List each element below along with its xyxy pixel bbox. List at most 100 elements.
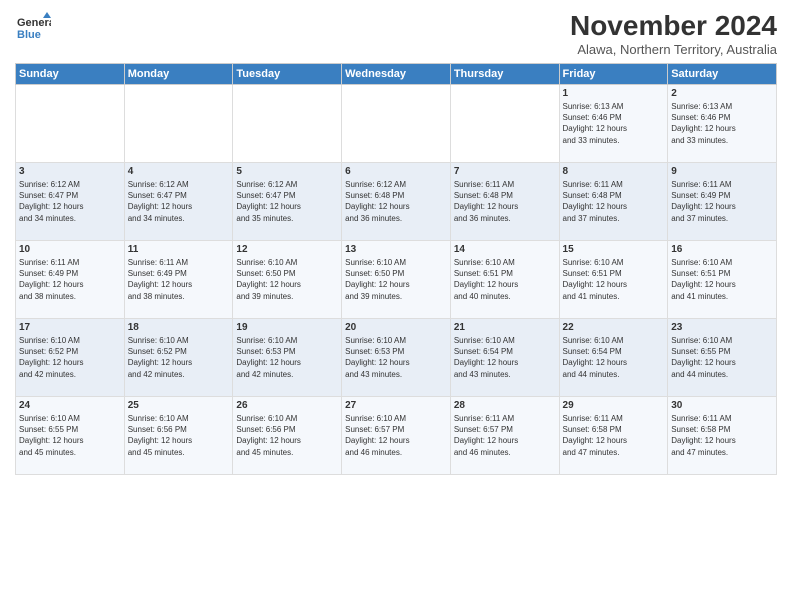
calendar-cell: 18 Sunrise: 6:10 AM Sunset: 6:52 PM Dayli… [124, 319, 233, 397]
svg-text:Blue: Blue [17, 29, 41, 41]
day-number: 11 [128, 244, 230, 255]
calendar-cell: 16 Sunrise: 6:10 AM Sunset: 6:51 PM Dayli… [668, 241, 777, 319]
logo: General Blue [15, 10, 51, 46]
calendar-cell: 15Sunrise: 6:10 AM Sunset: 6:51 PM Dayli… [559, 241, 668, 319]
day-info: Sunrise: 6:10 AM Sunset: 6:55 PM Dayligh… [19, 413, 121, 458]
title-block: November 2024 Alawa, Northern Territory,… [570, 10, 777, 57]
calendar-cell: 6 Sunrise: 6:12 AM Sunset: 6:48 PM Daylig… [342, 163, 451, 241]
calendar-cell: 23Sunrise: 6:10 AM Sunset: 6:55 PM Dayli… [668, 319, 777, 397]
day-info: Sunrise: 6:10 AM Sunset: 6:52 PM Dayligh… [19, 335, 121, 380]
day-number: 5 [236, 166, 338, 177]
day-info: Sunrise: 6:10 AM Sunset: 6:52 PM Dayligh… [128, 335, 230, 380]
day-info: Sunrise: 6:10 AM Sunset: 6:56 PM Dayligh… [128, 413, 230, 458]
calendar-cell [450, 85, 559, 163]
day-number: 4 [128, 166, 230, 177]
day-info: Sunrise: 6:13 AM Sunset: 6:46 PM Dayligh… [563, 101, 665, 146]
day-info: Sunrise: 6:12 AM Sunset: 6:47 PM Dayligh… [19, 179, 121, 224]
calendar-cell: 5 Sunrise: 6:12 AM Sunset: 6:47 PM Daylig… [233, 163, 342, 241]
day-info: Sunrise: 6:11 AM Sunset: 6:49 PM Dayligh… [128, 257, 230, 302]
day-number: 8 [563, 166, 665, 177]
day-info: Sunrise: 6:10 AM Sunset: 6:57 PM Dayligh… [345, 413, 447, 458]
day-info: Sunrise: 6:11 AM Sunset: 6:49 PM Dayligh… [671, 179, 773, 224]
day-number: 13 [345, 244, 447, 255]
calendar-week-row: 10Sunrise: 6:11 AM Sunset: 6:49 PM Dayli… [16, 241, 777, 319]
calendar-cell: 8 Sunrise: 6:11 AM Sunset: 6:48 PM Daylig… [559, 163, 668, 241]
day-info: Sunrise: 6:10 AM Sunset: 6:51 PM Dayligh… [671, 257, 773, 302]
day-number: 19 [236, 322, 338, 333]
day-number: 17 [19, 322, 121, 333]
calendar-cell: 22Sunrise: 6:10 AM Sunset: 6:54 PM Dayli… [559, 319, 668, 397]
day-number: 29 [563, 400, 665, 411]
calendar-cell: 21 Sunrise: 6:10 AM Sunset: 6:54 PM Dayli… [450, 319, 559, 397]
calendar-page: General Blue November 2024 Alawa, Northe… [0, 0, 792, 612]
day-info: Sunrise: 6:10 AM Sunset: 6:56 PM Dayligh… [236, 413, 338, 458]
day-number: 1 [563, 88, 665, 99]
day-number: 30 [671, 400, 773, 411]
calendar-cell: 7 Sunrise: 6:11 AM Sunset: 6:48 PM Daylig… [450, 163, 559, 241]
day-info: Sunrise: 6:10 AM Sunset: 6:54 PM Dayligh… [563, 335, 665, 380]
calendar-cell: 29 Sunrise: 6:11 AM Sunset: 6:58 PM Dayli… [559, 397, 668, 475]
calendar-week-row: 3 Sunrise: 6:12 AM Sunset: 6:47 PM Daylig… [16, 163, 777, 241]
day-info: Sunrise: 6:10 AM Sunset: 6:50 PM Dayligh… [236, 257, 338, 302]
calendar-cell: 14 Sunrise: 6:10 AM Sunset: 6:51 PM Dayli… [450, 241, 559, 319]
day-number: 27 [345, 400, 447, 411]
calendar-cell: 11 Sunrise: 6:11 AM Sunset: 6:49 PM Dayli… [124, 241, 233, 319]
calendar-cell: 26 Sunrise: 6:10 AM Sunset: 6:56 PM Dayli… [233, 397, 342, 475]
calendar-cell [233, 85, 342, 163]
day-number: 25 [128, 400, 230, 411]
calendar-cell: 27 Sunrise: 6:10 AM Sunset: 6:57 PM Dayli… [342, 397, 451, 475]
day-info: Sunrise: 6:10 AM Sunset: 6:51 PM Dayligh… [454, 257, 556, 302]
day-number: 23 [671, 322, 773, 333]
day-number: 12 [236, 244, 338, 255]
day-info: Sunrise: 6:11 AM Sunset: 6:57 PM Dayligh… [454, 413, 556, 458]
calendar-cell: 13 Sunrise: 6:10 AM Sunset: 6:50 PM Dayli… [342, 241, 451, 319]
month-title: November 2024 [570, 10, 777, 42]
weekday-header: Saturday [668, 64, 777, 85]
day-info: Sunrise: 6:11 AM Sunset: 6:49 PM Dayligh… [19, 257, 121, 302]
weekday-header: Wednesday [342, 64, 451, 85]
calendar-cell [16, 85, 125, 163]
day-info: Sunrise: 6:11 AM Sunset: 6:48 PM Dayligh… [454, 179, 556, 224]
day-number: 14 [454, 244, 556, 255]
calendar-week-row: 1 Sunrise: 6:13 AM Sunset: 6:46 PM Daylig… [16, 85, 777, 163]
calendar-cell: 9 Sunrise: 6:11 AM Sunset: 6:49 PM Daylig… [668, 163, 777, 241]
day-info: Sunrise: 6:12 AM Sunset: 6:47 PM Dayligh… [236, 179, 338, 224]
day-info: Sunrise: 6:12 AM Sunset: 6:48 PM Dayligh… [345, 179, 447, 224]
calendar-cell: 30Sunrise: 6:11 AM Sunset: 6:58 PM Dayli… [668, 397, 777, 475]
day-info: Sunrise: 6:11 AM Sunset: 6:58 PM Dayligh… [563, 413, 665, 458]
weekday-header: Monday [124, 64, 233, 85]
calendar-cell: 12 Sunrise: 6:10 AM Sunset: 6:50 PM Dayli… [233, 241, 342, 319]
weekday-header: Tuesday [233, 64, 342, 85]
day-number: 6 [345, 166, 447, 177]
calendar-cell: 4Sunrise: 6:12 AM Sunset: 6:47 PM Daylig… [124, 163, 233, 241]
day-info: Sunrise: 6:10 AM Sunset: 6:50 PM Dayligh… [345, 257, 447, 302]
weekday-header: Thursday [450, 64, 559, 85]
calendar-cell: 1 Sunrise: 6:13 AM Sunset: 6:46 PM Daylig… [559, 85, 668, 163]
calendar-cell: 2 Sunrise: 6:13 AM Sunset: 6:46 PM Daylig… [668, 85, 777, 163]
header: General Blue November 2024 Alawa, Northe… [15, 10, 777, 57]
day-number: 7 [454, 166, 556, 177]
day-number: 3 [19, 166, 121, 177]
calendar-cell: 19 Sunrise: 6:10 AM Sunset: 6:53 PM Dayli… [233, 319, 342, 397]
day-number: 16 [671, 244, 773, 255]
weekday-header: Friday [559, 64, 668, 85]
day-info: Sunrise: 6:11 AM Sunset: 6:48 PM Dayligh… [563, 179, 665, 224]
day-number: 20 [345, 322, 447, 333]
logo-icon: General Blue [15, 10, 51, 46]
weekday-header-row: SundayMondayTuesdayWednesdayThursdayFrid… [16, 64, 777, 85]
calendar-cell: 17 Sunrise: 6:10 AM Sunset: 6:52 PM Dayli… [16, 319, 125, 397]
calendar-cell: 20Sunrise: 6:10 AM Sunset: 6:53 PM Dayli… [342, 319, 451, 397]
day-info: Sunrise: 6:10 AM Sunset: 6:53 PM Dayligh… [236, 335, 338, 380]
calendar-cell: 10Sunrise: 6:11 AM Sunset: 6:49 PM Dayli… [16, 241, 125, 319]
weekday-header: Sunday [16, 64, 125, 85]
day-info: Sunrise: 6:10 AM Sunset: 6:54 PM Dayligh… [454, 335, 556, 380]
day-number: 24 [19, 400, 121, 411]
day-number: 2 [671, 88, 773, 99]
day-number: 21 [454, 322, 556, 333]
day-number: 26 [236, 400, 338, 411]
day-number: 9 [671, 166, 773, 177]
day-number: 18 [128, 322, 230, 333]
calendar-cell: 3 Sunrise: 6:12 AM Sunset: 6:47 PM Daylig… [16, 163, 125, 241]
day-info: Sunrise: 6:13 AM Sunset: 6:46 PM Dayligh… [671, 101, 773, 146]
calendar-week-row: 24 Sunrise: 6:10 AM Sunset: 6:55 PM Dayli… [16, 397, 777, 475]
